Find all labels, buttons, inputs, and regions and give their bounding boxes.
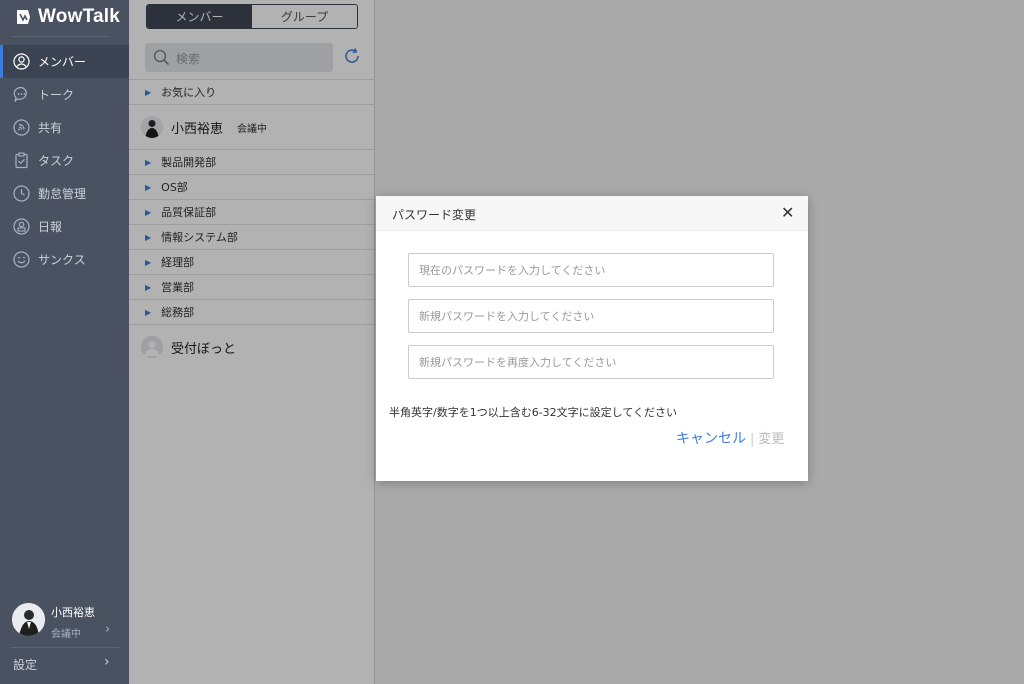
password-change-dialog: パスワード変更 ✕ 半角英字/数字を1つ以上含む6-32文字に設定してください … — [376, 196, 808, 481]
close-icon[interactable]: ✕ — [781, 203, 794, 222]
chevron-right-icon[interactable]: › — [104, 654, 110, 670]
task-icon — [13, 152, 30, 169]
sidebar-item-member[interactable]: メンバー — [0, 45, 129, 78]
sidebar-item-share[interactable]: 共有 — [0, 111, 129, 144]
settings-link[interactable]: 設定 — [13, 656, 37, 673]
change-button[interactable]: 変更 — [758, 432, 784, 447]
password-hint: 半角英字/数字を1つ以上含む6-32文字に設定してください — [389, 406, 678, 419]
dialog-actions: キャンセル | 変更 — [676, 428, 784, 448]
button-separator: | — [750, 432, 755, 447]
wowtalk-logo-icon — [17, 10, 30, 24]
smile-icon — [13, 251, 30, 268]
current-password-field[interactable] — [408, 253, 774, 287]
sidebar-item-label: サンクス — [38, 253, 86, 267]
divider — [10, 647, 119, 648]
new-password-field[interactable] — [408, 299, 774, 333]
sidebar-item-label: メンバー — [38, 55, 87, 69]
sidebar-item-attendance[interactable]: 勤怠管理 — [0, 177, 129, 210]
app-logo: WowTalk — [14, 6, 120, 28]
confirm-password-field[interactable] — [408, 345, 774, 379]
app-name: WowTalk — [38, 6, 120, 27]
member-icon — [13, 53, 30, 70]
cancel-button[interactable]: キャンセル — [676, 431, 746, 447]
sidebar-item-task[interactable]: タスク — [0, 144, 129, 177]
dialog-header: パスワード変更 ✕ — [376, 196, 808, 231]
sidebar-item-label: 共有 — [38, 121, 63, 135]
divider — [12, 36, 109, 37]
user-name: 小西裕恵 — [51, 606, 95, 619]
report-icon — [13, 218, 30, 235]
chat-icon — [13, 86, 30, 103]
current-user[interactable]: 小西裕恵 会議中 › — [12, 603, 122, 640]
user-status: 会議中 — [51, 629, 81, 640]
share-icon — [13, 119, 30, 136]
sidebar-item-talk[interactable]: トーク — [0, 78, 129, 111]
sidebar-item-label: タスク — [38, 154, 75, 168]
sidebar-item-label: 勤怠管理 — [38, 187, 87, 201]
chevron-right-icon: › — [105, 622, 111, 637]
clock-icon — [13, 185, 30, 202]
sidebar-item-daily-report[interactable]: 日報 — [0, 210, 129, 243]
sidebar-item-label: 日報 — [38, 220, 63, 234]
dialog-title: パスワード変更 — [392, 208, 477, 222]
sidebar: WowTalk メンバー トーク 共有 タスク 勤怠管理 日報 サンクス 小西裕… — [0, 0, 129, 684]
sidebar-item-thanks[interactable]: サンクス — [0, 243, 129, 276]
sidebar-nav: メンバー トーク 共有 タスク 勤怠管理 日報 サンクス — [0, 45, 129, 276]
sidebar-item-label: トーク — [38, 88, 75, 102]
avatar — [12, 603, 45, 636]
